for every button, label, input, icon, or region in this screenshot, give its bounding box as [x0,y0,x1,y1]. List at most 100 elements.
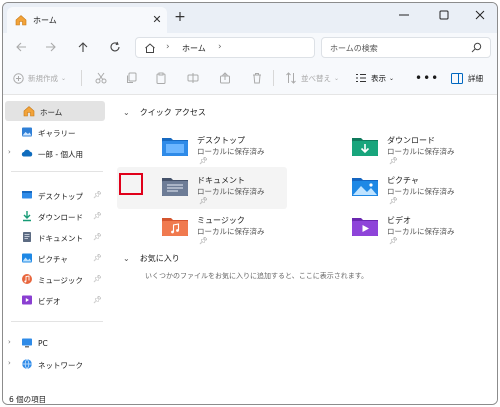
chevron-down-icon: ⌄ [334,74,340,82]
sidebar-item-music[interactable]: ミュージック 📌︎ [3,269,103,289]
chevron-right-icon[interactable]: › [8,359,11,367]
sort-label: 並べ替え [301,73,331,83]
arrow-up-icon [78,42,88,52]
copy-button[interactable] [125,70,137,86]
pin-icon: 📌︎ [93,296,102,304]
details-button[interactable]: 詳細 [451,70,483,86]
quick-access-title: クイック アクセス [139,108,206,117]
folder-downloads[interactable]: ダウンロード ローカルに保存済み 📌︎ [307,127,477,169]
quick-access-header[interactable]: ⌄ クイック アクセス [123,107,206,118]
sort-button[interactable]: 並べ替え ⌄ [285,70,339,86]
pin-icon: 📌︎ [93,191,102,199]
sidebar-item-gallery[interactable]: ギャラリー [3,122,103,142]
arrow-right-icon [46,42,56,52]
search-input[interactable]: ホームの検索 [321,37,491,58]
music-folder-icon [162,218,188,236]
pin-icon: 📌︎ [199,197,208,205]
pictures-folder-icon [352,178,378,196]
sidebar-item-onedrive[interactable]: › 一郎 - 個人用 [3,143,103,163]
title-bar: ホーム ✕ + [3,3,497,33]
sidebar-item-label: ビデオ [38,297,61,306]
folder-videos[interactable]: ビデオ ローカルに保存済み 📌︎ [307,207,477,249]
desktop-icon [22,191,32,199]
network-icon [22,358,32,370]
divider [11,321,103,322]
details-label: 詳細 [468,73,483,83]
video-icon [22,295,32,305]
sidebar-item-videos[interactable]: ビデオ 📌︎ [3,290,103,310]
cut-button[interactable] [95,70,107,86]
delete-button[interactable] [251,70,263,86]
sidebar-item-network[interactable]: › ネットワーク [3,354,103,374]
pin-icon: 📌︎ [199,237,208,245]
share-icon [220,72,230,84]
home-icon [15,15,27,26]
sidebar-item-label: ピクチャ [38,255,68,264]
refresh-button[interactable] [107,39,123,55]
gallery-icon [22,127,32,137]
favorites-header[interactable]: ⌄ お気に入り [123,253,180,264]
sidebar-item-label: デスクトップ [38,192,83,201]
downloads-folder-icon [352,138,378,156]
details-pane-icon [451,72,463,84]
share-button[interactable] [219,70,231,86]
address-bar-row: › ホーム › ホームの検索 [3,33,497,61]
rename-icon [187,73,199,83]
pin-icon: 📌︎ [389,157,398,165]
sidebar-item-home[interactable]: ホーム [5,101,105,121]
videos-folder-icon [352,218,378,236]
new-button[interactable]: 新規作成 ⌄ [13,70,66,86]
minimize-button[interactable] [391,5,417,25]
chevron-down-icon: ⌄ [123,254,130,263]
close-window-button[interactable] [467,5,493,25]
computer-icon [22,338,32,348]
search-placeholder: ホームの検索 [330,44,378,53]
rename-button[interactable] [187,70,199,86]
sidebar-item-downloads[interactable]: ダウンロード 📌︎ [3,206,103,226]
pictures-icon [22,253,32,263]
folder-name: デスクトップ [197,136,245,145]
up-button[interactable] [75,39,91,55]
home-icon [23,106,35,117]
sidebar-item-documents[interactable]: ドキュメント 📌︎ [3,227,103,247]
new-label: 新規作成 [28,73,58,83]
breadcrumb-home[interactable]: ホーム [182,43,206,54]
chevron-right-icon[interactable]: › [8,338,11,346]
chevron-right-icon[interactable]: › [8,148,11,156]
chevron-right-icon[interactable]: › [218,42,222,52]
folder-status: ローカルに保存済み [387,187,455,196]
pin-icon: 📌︎ [93,275,102,283]
sidebar-item-label: PC [38,339,48,348]
sidebar-item-pictures[interactable]: ピクチャ 📌︎ [3,248,103,268]
close-tab-icon[interactable]: ✕ [151,13,163,26]
pin-icon: 📌︎ [93,212,102,220]
folder-name: ピクチャ [387,176,419,185]
sidebar-item-label: 一郎 - 個人用 [38,150,83,159]
chevron-down-icon: ⌄ [123,108,130,117]
sidebar-item-label: ミュージック [38,276,83,285]
paste-button[interactable] [155,70,167,86]
back-button[interactable] [13,39,29,55]
copy-icon [127,72,137,83]
address-field[interactable]: › ホーム › [135,37,315,58]
sidebar-item-pc[interactable]: › PC [3,333,103,353]
folder-status: ローカルに保存済み [387,147,455,156]
forward-button[interactable] [43,39,59,55]
sidebar-item-label: ドキュメント [38,234,83,243]
download-icon [23,211,31,222]
folder-status: ローカルに保存済み [197,227,265,236]
search-icon [471,42,482,53]
folder-music[interactable]: ミュージック ローカルに保存済み 📌︎ [117,207,287,249]
tab-home[interactable]: ホーム ✕ [7,7,167,33]
command-bar: 新規作成 ⌄ 並べ替え ⌄ 表示 ⌄ ••• 詳細 [3,61,497,95]
view-button[interactable]: 表示 ⌄ [355,70,394,86]
view-list-icon [356,74,366,82]
more-options-button[interactable]: ••• [415,70,439,86]
new-tab-button[interactable]: + [173,9,187,25]
clipboard-icon [156,72,166,84]
file-explorer-window: ホーム ✕ + › ホーム › ホームの検索 新規作成 ⌄ 並べ替え ⌄ 表示 … [2,2,498,405]
folder-pictures[interactable]: ピクチャ ローカルに保存済み 📌︎ [307,167,477,209]
folder-desktop[interactable]: デスクトップ ローカルに保存済み 📌︎ [117,127,287,169]
maximize-button[interactable] [431,5,457,25]
sidebar-item-desktop[interactable]: デスクトップ 📌︎ [3,185,103,205]
